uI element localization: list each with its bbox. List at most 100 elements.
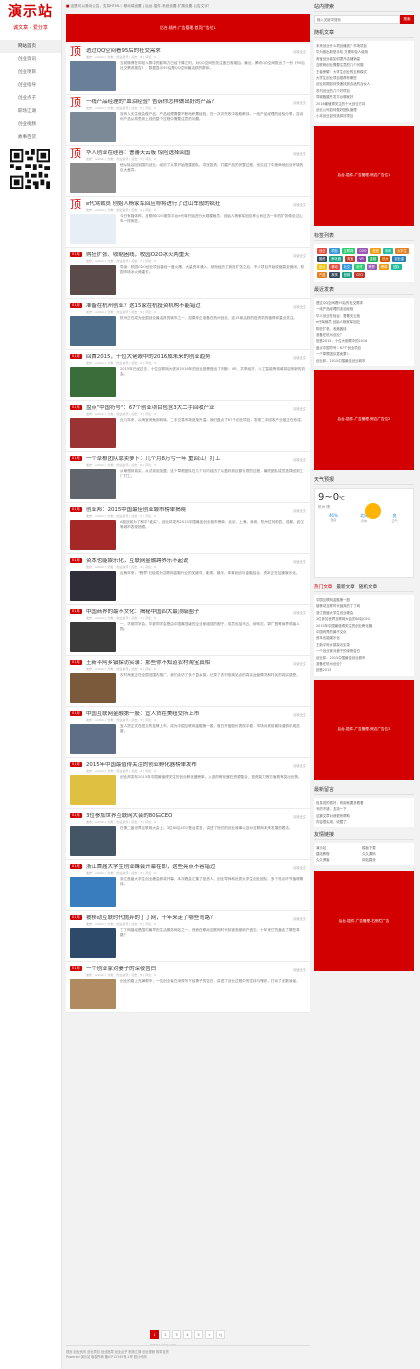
post-thumbnail[interactable] xyxy=(70,367,116,397)
post-title[interactable]: 资本也能娱乐化，互联网金融跨界乐不起说 xyxy=(86,558,278,564)
page-button[interactable]: 2 xyxy=(161,1330,170,1339)
read-more-link[interactable]: 阅读全文 xyxy=(293,559,306,564)
tag-link[interactable]: 淘宝 xyxy=(344,255,356,262)
tag-link[interactable]: 营销 xyxy=(341,271,353,278)
read-more-link[interactable]: 阅读全文 xyxy=(293,508,306,513)
read-more-link[interactable]: 阅读全文 xyxy=(293,304,306,309)
post-title[interactable]: 3位参加世界互联网大会的80后CEO xyxy=(86,813,278,819)
post-title[interactable]: 王新平阿乡镇探访实录：那些你不知道农村淘宝真相 xyxy=(86,660,278,666)
read-more-link[interactable]: 阅读全文 xyxy=(293,865,306,870)
search-button[interactable]: 搜索 xyxy=(400,15,414,24)
post-thumbnail[interactable] xyxy=(70,469,116,499)
post-title[interactable]: 回首2015，十位大佬眼中的2016成未来的创业趋势 xyxy=(86,354,278,360)
tag-link[interactable]: 团队 xyxy=(391,263,402,270)
tag-link[interactable]: 电商 xyxy=(382,247,394,254)
read-more-link[interactable]: 阅读全文 xyxy=(293,814,306,819)
read-more-link[interactable]: 阅读全文 xyxy=(293,610,306,615)
page-button[interactable]: 4 xyxy=(183,1330,192,1339)
read-more-link[interactable]: 阅读全文 xyxy=(293,100,306,105)
post-title[interactable]: 中国互联网金融第一股：宜人贷在美纽交所上市 xyxy=(86,711,278,717)
friend-link[interactable]: 久久博客 xyxy=(316,857,362,863)
post-thumbnail[interactable] xyxy=(70,928,116,958)
latest-article-link[interactable]: 创业邦：2015中国最佳创业城市 xyxy=(316,358,412,364)
post-title[interactable]: 2015年中国最值得关注的创业孵化器榜单发布 xyxy=(86,762,278,768)
post-thumbnail[interactable] xyxy=(70,418,116,448)
tag-link[interactable]: 盘点 xyxy=(317,263,328,270)
read-more-link[interactable]: 阅读全文 xyxy=(293,967,306,972)
nav-item[interactable]: 创业视频 xyxy=(0,118,61,131)
tag-link[interactable]: 故事 xyxy=(329,271,340,278)
tag-link[interactable]: 孵化器 xyxy=(329,255,343,262)
tag-link[interactable]: 投资 xyxy=(370,247,381,254)
nav-item[interactable]: 创业资讯 xyxy=(0,53,61,66)
tab-1[interactable]: 最新文章 xyxy=(336,583,354,591)
tag-link[interactable]: 产品 xyxy=(317,271,328,278)
page-button[interactable]: 3 xyxy=(172,1330,181,1339)
tag-link[interactable]: VR xyxy=(357,255,366,262)
read-more-link[interactable]: 阅读全文 xyxy=(293,763,306,768)
random-article-link[interactable]: 小本创业如何选择好项目 xyxy=(316,113,412,119)
post-thumbnail[interactable] xyxy=(70,61,116,91)
read-more-link[interactable]: 阅读全文 xyxy=(293,253,306,258)
read-more-link[interactable]: 阅读全文 xyxy=(293,457,306,462)
read-more-link[interactable]: 阅读全文 xyxy=(293,355,306,360)
read-more-link[interactable]: 阅读全文 xyxy=(293,202,306,207)
read-more-link[interactable]: 阅读全文 xyxy=(293,916,306,921)
page-button[interactable]: 1 xyxy=(150,1330,159,1339)
tag-link[interactable]: 社交 xyxy=(341,263,353,270)
post-thumbnail[interactable] xyxy=(70,724,116,754)
friend-link[interactable]: 网站建设 xyxy=(362,857,408,863)
read-more-link[interactable]: 阅读全文 xyxy=(293,712,306,717)
post-thumbnail[interactable] xyxy=(70,979,116,1009)
tag-link[interactable]: 杭州 xyxy=(380,255,391,262)
tag-link[interactable]: 榜单 xyxy=(378,263,390,270)
post-thumbnail[interactable] xyxy=(70,112,116,142)
nav-item[interactable]: 故事百货 xyxy=(0,131,61,144)
tab-2[interactable]: 随机文章 xyxy=(359,583,377,591)
post-title[interactable]: 浙江首届大学生创业峰会开幕在即，这些亮点不容错过 xyxy=(86,864,278,870)
post-title[interactable]: e代驾裁员 创始人杨家军回应称将进行了过山车般的疯狂 xyxy=(86,201,278,207)
post-title[interactable]: 一个创业家对妻子的深夜告白 xyxy=(86,966,278,972)
search-input[interactable] xyxy=(314,15,400,24)
post-title[interactable]: 被移动互联时代抛弃的丁丁网，十年来走了哪些弯路？ xyxy=(86,915,278,921)
post-title[interactable]: 创业邦：2015中国最佳创业城市榜单揭晓 xyxy=(86,507,278,513)
post-title[interactable]: 盘点"中国符号"：67个创业项目包含3大二手回收产业 xyxy=(86,405,278,411)
post-thumbnail[interactable] xyxy=(70,877,116,907)
tag-link[interactable]: 跨界 xyxy=(366,263,377,270)
read-more-link[interactable]: 阅读全文 xyxy=(293,151,306,156)
tag-link[interactable]: 创业者 xyxy=(392,255,407,262)
side-ad-4[interactable]: 后台-插件-广告管理-右侧栏广告 xyxy=(314,871,414,972)
tab-0[interactable]: 热门文章 xyxy=(314,583,332,591)
post-thumbnail[interactable] xyxy=(70,775,116,805)
post-thumbnail[interactable] xyxy=(70,316,116,346)
read-more-link[interactable]: 阅读全文 xyxy=(293,661,306,666)
post-title[interactable]: 中国商界的最不文化：揭秘中国四大最顶级圈子 xyxy=(86,609,278,615)
read-more-link[interactable]: 阅读全文 xyxy=(293,49,306,54)
post-title[interactable]: 一线产品经理的"血泪经验" 告诉你怎样做出好的产品？ xyxy=(86,99,278,105)
site-logo[interactable]: 演示站 诚文章 · 爱分享 xyxy=(6,4,55,38)
post-thumbnail[interactable] xyxy=(70,265,116,295)
tag-link[interactable]: 农村 xyxy=(354,263,365,270)
tag-link[interactable]: 融资 xyxy=(317,255,328,262)
side-ad-2[interactable]: 后台-插件-广告管理-侧边广告位2 xyxy=(314,369,414,470)
tag-link[interactable]: O2O xyxy=(357,247,369,254)
tag-link[interactable]: CEO xyxy=(354,271,365,278)
top-ad-banner[interactable]: 后台-插件-广告管理-首页广告位1 xyxy=(66,14,310,42)
nav-item[interactable]: 职场江湖 xyxy=(0,105,61,118)
nav-item[interactable]: 创业项目 xyxy=(0,66,61,79)
post-thumbnail[interactable] xyxy=(70,673,116,703)
tag-link[interactable]: 大学生 xyxy=(395,247,409,254)
comment-link[interactable]: 内容很实用，收藏了 xyxy=(316,819,412,825)
tag-link[interactable]: 互联网 xyxy=(341,247,356,254)
hot-article-link[interactable]: 回首2015 xyxy=(316,667,412,673)
post-thumbnail[interactable] xyxy=(70,571,116,601)
side-ad-3[interactable]: 后台-插件-广告管理-侧边广告位3 xyxy=(314,679,414,780)
post-title[interactable]: 华人创业在硅谷：曹蕃天云板 惊险选择回国 xyxy=(86,150,278,156)
post-thumbnail[interactable] xyxy=(70,622,116,652)
nav-item[interactable]: 创业点子 xyxy=(0,92,61,105)
tag-link[interactable]: 金融 xyxy=(367,255,379,262)
page-button[interactable]: »| xyxy=(216,1330,225,1339)
post-title[interactable]: 一个草根团队靠卖萝卜：几个月8万亏一年 重回江厂打工 xyxy=(86,456,278,462)
tag-link[interactable]: 项目 xyxy=(329,247,340,254)
read-more-link[interactable]: 阅读全文 xyxy=(293,406,306,411)
